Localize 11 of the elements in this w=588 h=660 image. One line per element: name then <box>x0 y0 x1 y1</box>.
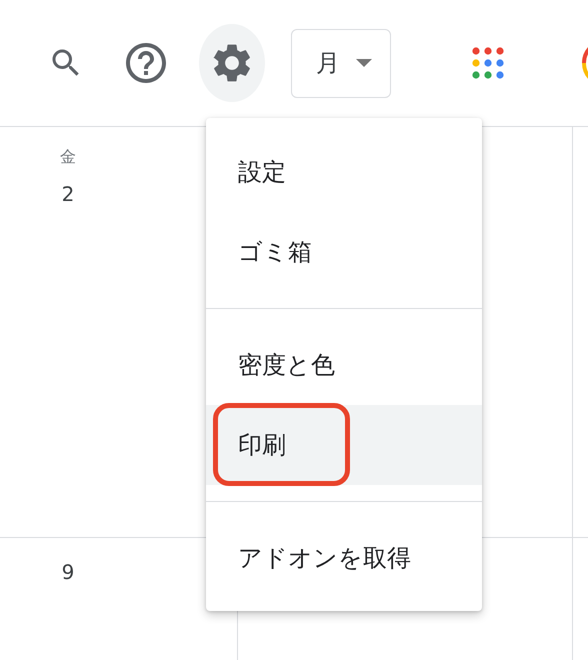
menu-item[interactable]: ゴミ箱 <box>206 212 482 292</box>
menu-item[interactable]: アドオンを取得 <box>206 518 482 598</box>
date-label[interactable]: 9 <box>62 560 74 584</box>
apps-icon <box>472 47 504 79</box>
menu-item[interactable]: 密度と色 <box>206 325 482 405</box>
date-label[interactable]: 2 <box>62 182 74 206</box>
menu-item[interactable]: 印刷 <box>206 405 482 485</box>
weekday-label: 金 <box>60 147 76 168</box>
menu-item[interactable]: 設定 <box>206 132 482 212</box>
view-dropdown[interactable]: 月 <box>291 28 391 98</box>
caret-icon <box>356 59 372 67</box>
